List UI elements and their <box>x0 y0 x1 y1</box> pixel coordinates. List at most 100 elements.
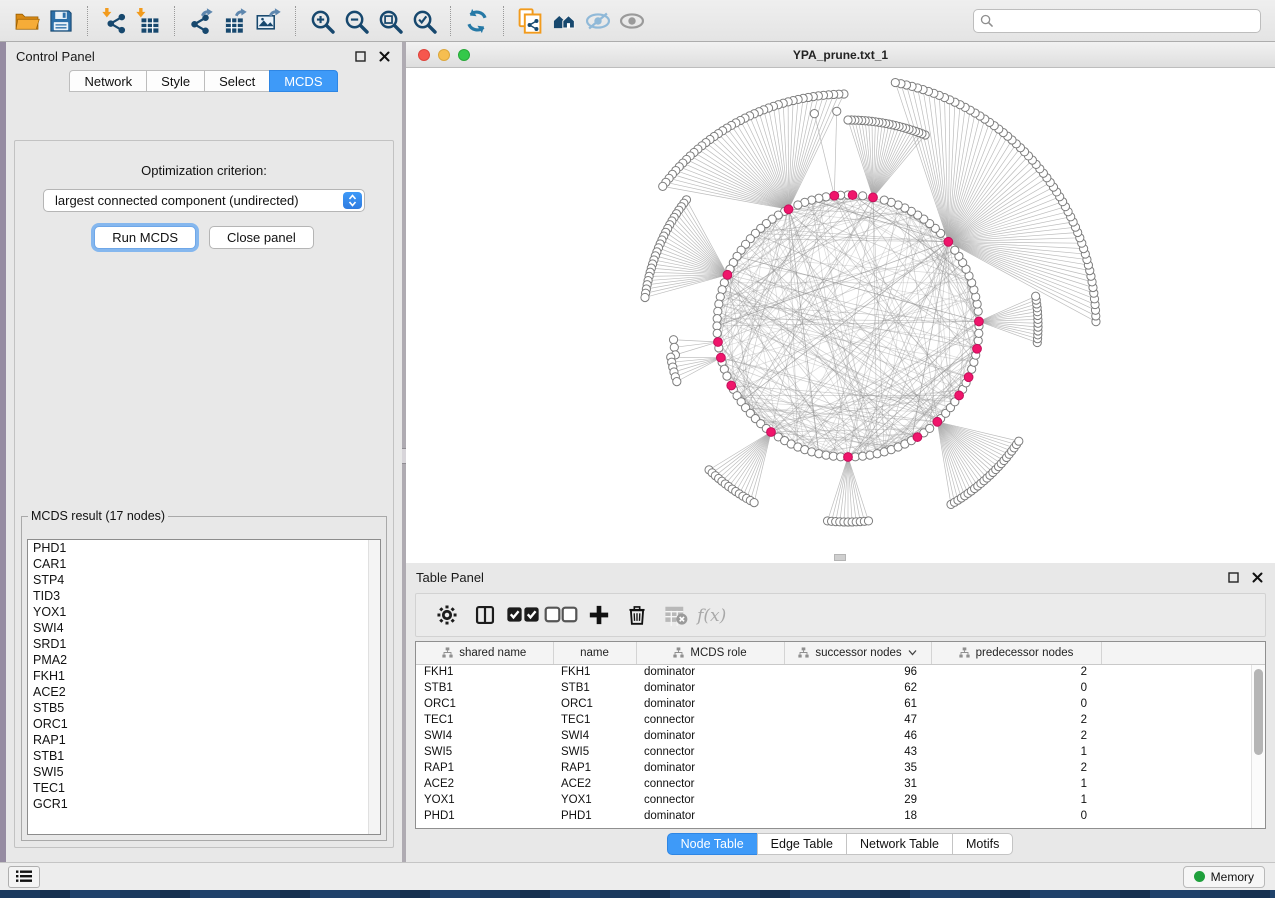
memory-button[interactable]: Memory <box>1183 866 1265 888</box>
result-node[interactable]: SWI5 <box>28 764 380 780</box>
float-table-panel-icon[interactable] <box>1225 569 1241 585</box>
tab-edge-table[interactable]: Edge Table <box>757 833 847 855</box>
table-row[interactable]: STB1 STB1 dominator 62 0 <box>416 680 1265 696</box>
table-scrollbar-thumb[interactable] <box>1254 669 1263 755</box>
tab-network[interactable]: Network <box>69 70 147 92</box>
export-network-button[interactable] <box>184 4 218 38</box>
mcds-node[interactable] <box>716 353 725 362</box>
network-node[interactable] <box>673 378 681 386</box>
minimize-window-icon[interactable] <box>438 49 450 61</box>
column-header-successor-nodes[interactable]: successor nodes <box>784 642 931 664</box>
network-node[interactable] <box>926 424 934 432</box>
result-scrollbar[interactable] <box>368 540 380 834</box>
column-header-predecessor-nodes[interactable]: predecessor nodes <box>931 642 1101 664</box>
delete-column-button[interactable] <box>618 597 656 633</box>
mcds-node[interactable] <box>848 191 857 200</box>
horizontal-splitter-grip[interactable] <box>834 554 846 561</box>
run-mcds-button[interactable]: Run MCDS <box>94 226 196 249</box>
column-header-shared-name[interactable]: shared name <box>416 642 553 664</box>
zoom-out-button[interactable] <box>339 4 373 38</box>
network-node[interactable] <box>794 201 802 209</box>
tab-style[interactable]: Style <box>146 70 205 92</box>
tab-node-table[interactable]: Node Table <box>667 833 758 855</box>
network-node[interactable] <box>713 329 721 337</box>
tab-select[interactable]: Select <box>204 70 270 92</box>
mcds-node[interactable] <box>714 338 723 347</box>
result-node[interactable]: STB1 <box>28 748 380 764</box>
result-node[interactable]: RAP1 <box>28 732 380 748</box>
network-canvas[interactable] <box>406 68 1275 563</box>
tab-network-table[interactable]: Network Table <box>846 833 953 855</box>
mcds-node[interactable] <box>933 417 942 426</box>
result-node[interactable]: STP4 <box>28 572 380 588</box>
mcds-node[interactable] <box>975 317 984 326</box>
table-row[interactable]: ACE2 ACE2 connector 31 1 <box>416 776 1265 792</box>
mcds-node[interactable] <box>830 191 839 200</box>
result-node[interactable]: STB5 <box>28 700 380 716</box>
network-node[interactable] <box>891 78 899 86</box>
network-node[interactable] <box>864 517 872 525</box>
table-scrollbar[interactable] <box>1251 665 1265 828</box>
result-node[interactable]: SRD1 <box>28 636 380 652</box>
table-row[interactable]: ORC1 ORC1 dominator 61 0 <box>416 696 1265 712</box>
table-row[interactable]: FKH1 FKH1 dominator 96 2 <box>416 664 1265 680</box>
import-network-button[interactable] <box>97 4 131 38</box>
network-node[interactable] <box>975 329 983 337</box>
open-file-button[interactable] <box>10 4 44 38</box>
network-node[interactable] <box>1032 292 1040 300</box>
first-neighbors-button[interactable] <box>547 4 581 38</box>
export-table-button[interactable] <box>218 4 252 38</box>
result-node[interactable]: TEC1 <box>28 780 380 796</box>
task-history-button[interactable] <box>8 866 40 888</box>
result-node[interactable]: GCR1 <box>28 796 380 812</box>
result-node[interactable]: YOX1 <box>28 604 380 620</box>
table-row[interactable]: YOX1 YOX1 connector 29 1 <box>416 792 1265 808</box>
mcds-node[interactable] <box>844 453 853 462</box>
export-image-button[interactable] <box>252 4 286 38</box>
refresh-button[interactable] <box>460 4 494 38</box>
mcds-node[interactable] <box>727 381 736 390</box>
add-column-button[interactable] <box>580 597 618 633</box>
network-node[interactable] <box>723 372 731 380</box>
close-table-panel-icon[interactable] <box>1249 569 1265 585</box>
table-row[interactable]: TEC1 TEC1 connector 47 2 <box>416 712 1265 728</box>
close-window-icon[interactable] <box>418 49 430 61</box>
table-row[interactable]: SWI4 SWI4 dominator 46 2 <box>416 728 1265 744</box>
mcds-node[interactable] <box>723 270 732 279</box>
import-table-button[interactable] <box>131 4 165 38</box>
zoom-selected-button[interactable] <box>407 4 441 38</box>
column-header-MCDS-role[interactable]: MCDS role <box>636 642 784 664</box>
search-input[interactable] <box>973 9 1261 33</box>
table-row[interactable]: SWI5 SWI5 connector 43 1 <box>416 744 1265 760</box>
tab-mcds[interactable]: MCDS <box>269 70 337 92</box>
duplicate-network-button[interactable] <box>513 4 547 38</box>
result-node[interactable]: ORC1 <box>28 716 380 732</box>
close-panel-button[interactable]: Close panel <box>209 226 314 249</box>
mcds-node[interactable] <box>955 391 964 400</box>
mcds-node[interactable] <box>767 428 776 437</box>
result-node[interactable]: SWI4 <box>28 620 380 636</box>
criterion-select[interactable]: largest connected component (undirected) <box>43 189 365 212</box>
result-node[interactable]: CAR1 <box>28 556 380 572</box>
network-node[interactable] <box>833 107 841 115</box>
mcds-node[interactable] <box>784 205 793 214</box>
table-row[interactable]: PHD1 PHD1 dominator 18 0 <box>416 808 1265 824</box>
network-node[interactable] <box>1015 437 1023 445</box>
network-node[interactable] <box>859 192 867 200</box>
mcds-node[interactable] <box>869 193 878 202</box>
mcds-node[interactable] <box>964 373 973 382</box>
network-node[interactable] <box>810 110 818 118</box>
column-header-name[interactable]: name <box>553 642 636 664</box>
float-panel-icon[interactable] <box>352 48 368 64</box>
gear-button[interactable] <box>428 597 466 633</box>
columns-button[interactable] <box>466 597 504 633</box>
network-node[interactable] <box>670 343 678 351</box>
close-panel-icon[interactable] <box>376 48 392 64</box>
hide-selected-button[interactable] <box>581 4 615 38</box>
show-all-button[interactable] <box>615 4 649 38</box>
network-node[interactable] <box>880 196 888 204</box>
mcds-node[interactable] <box>944 237 953 246</box>
deselect-all-button[interactable] <box>542 597 580 633</box>
result-node[interactable]: FKH1 <box>28 668 380 684</box>
mcds-node[interactable] <box>913 433 922 442</box>
